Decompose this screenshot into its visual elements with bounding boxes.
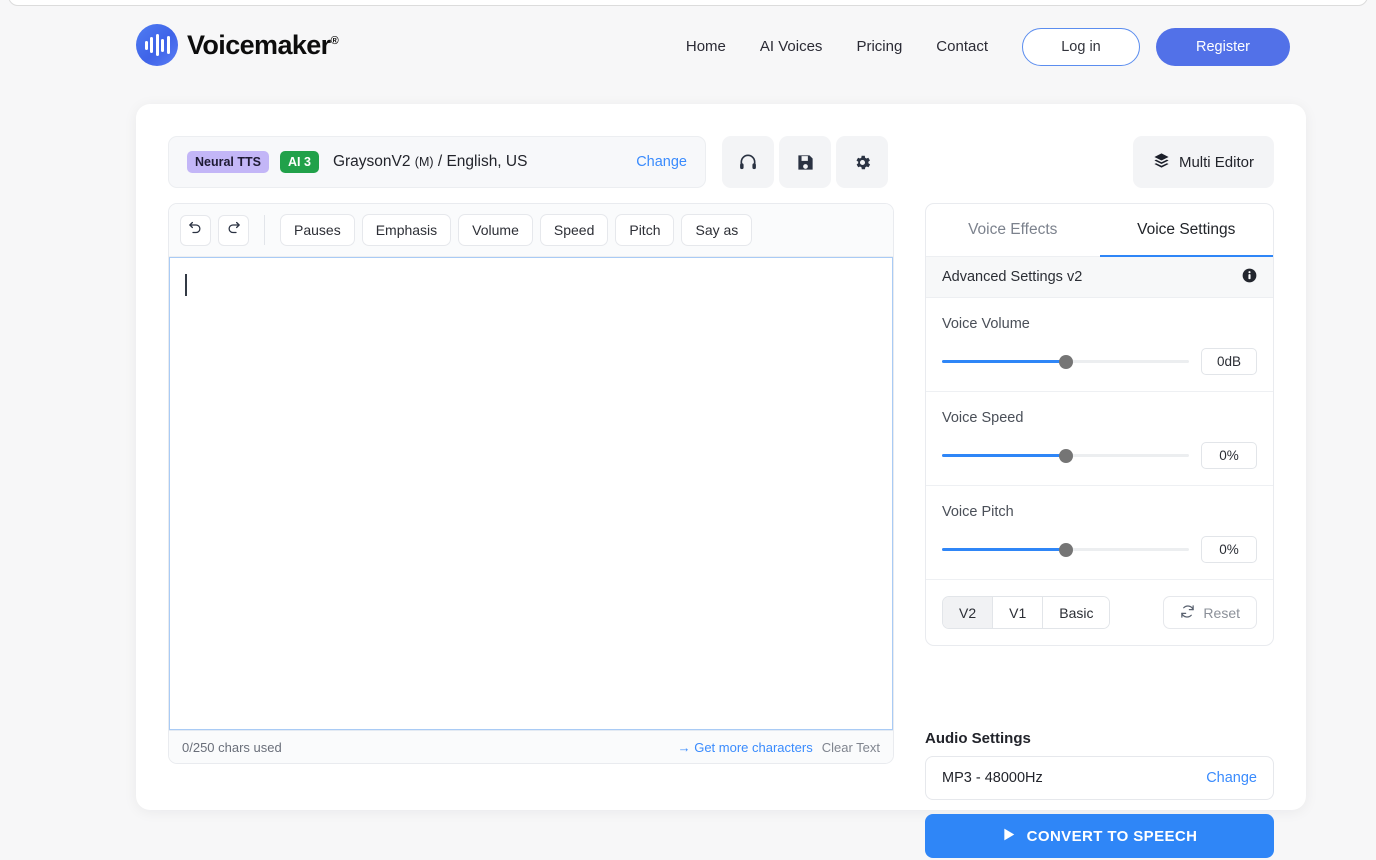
- slider-thumb[interactable]: [1058, 354, 1073, 369]
- tool-emphasis[interactable]: Emphasis: [361, 214, 452, 246]
- clear-text-button[interactable]: Clear Text: [822, 740, 880, 755]
- nav-item-home[interactable]: Home: [669, 29, 743, 65]
- multi-editor-label: Multi Editor: [1178, 153, 1254, 171]
- toolbar-divider: [264, 215, 265, 245]
- reset-label: Reset: [1203, 604, 1240, 621]
- multi-editor-button[interactable]: Multi Editor: [1132, 136, 1274, 188]
- voice-pitch-value[interactable]: 0%: [1201, 536, 1257, 563]
- layers-icon: [1153, 152, 1170, 173]
- undo-icon: [188, 220, 203, 240]
- slider-fill: [942, 547, 1066, 552]
- main-card: Neural TTS AI 3 GraysonV2 (M) / English,…: [136, 104, 1306, 858]
- reset-button[interactable]: Reset: [1163, 596, 1257, 629]
- slider-thumb[interactable]: [1058, 542, 1073, 557]
- voice-speed-block: Voice Speed 0%: [926, 392, 1273, 486]
- char-counter: 0/250 chars used: [182, 739, 282, 755]
- save-button[interactable]: [779, 136, 831, 188]
- change-voice-link[interactable]: Change: [636, 154, 687, 170]
- voice-volume-value[interactable]: 0dB: [1201, 348, 1257, 375]
- headphones-button[interactable]: [722, 136, 774, 188]
- tool-say-as[interactable]: Say as: [681, 214, 753, 246]
- voice-gender-text: (M): [414, 155, 434, 169]
- editor-footer-actions: → Get more characters Clear Text: [678, 740, 880, 755]
- voice-volume-slider[interactable]: [942, 354, 1189, 369]
- voice-pitch-block: Voice Pitch 0%: [926, 486, 1273, 580]
- brand-name: Voicemaker®: [187, 29, 339, 60]
- voice-selection-bar[interactable]: Neural TTS AI 3 GraysonV2 (M) / English,…: [168, 136, 706, 188]
- text-caret: [185, 274, 187, 296]
- tool-pauses[interactable]: Pauses: [280, 214, 355, 246]
- registered-mark: ®: [330, 34, 339, 47]
- voice-pitch-label: Voice Pitch: [942, 504, 1014, 520]
- convert-to-speech-button[interactable]: CONVERT TO SPEECH: [925, 814, 1274, 858]
- change-audio-format-link[interactable]: Change: [1206, 770, 1257, 786]
- redo-icon: [226, 220, 241, 240]
- headphones-icon: [738, 152, 758, 172]
- undo-button[interactable]: [180, 214, 211, 246]
- tool-speed[interactable]: Speed: [539, 214, 609, 246]
- soundwave-icon: [136, 24, 178, 66]
- voice-volume-block: Voice Volume 0dB: [926, 298, 1273, 392]
- brand-logo[interactable]: Voicemaker®: [136, 24, 339, 66]
- badge-neural-tts: Neural TTS: [187, 151, 269, 173]
- version-option-basic[interactable]: Basic: [1043, 597, 1110, 628]
- site-header: Voicemaker® Home AI Voices Pricing Conta…: [0, 0, 1376, 92]
- voice-speed-label: Voice Speed: [942, 410, 1024, 426]
- info-icon[interactable]: [1242, 268, 1257, 287]
- voice-pitch-row: 0%: [942, 536, 1257, 563]
- save-icon: [796, 153, 815, 172]
- voice-volume-row: 0dB: [942, 348, 1257, 375]
- selected-voice-label: GraysonV2 (M) / English, US: [333, 153, 528, 171]
- tool-pitch[interactable]: Pitch: [615, 214, 675, 246]
- slider-fill: [942, 453, 1066, 458]
- main-nav: Home AI Voices Pricing Contact Log in Re…: [669, 28, 1290, 66]
- editor-footer: 0/250 chars used → Get more characters C…: [169, 730, 893, 763]
- nav-item-ai-voices[interactable]: AI Voices: [743, 29, 840, 65]
- refresh-icon: [1180, 604, 1195, 622]
- gear-icon: [853, 153, 872, 172]
- voice-pitch-slider[interactable]: [942, 542, 1189, 557]
- get-more-characters-link[interactable]: → Get more characters: [678, 740, 813, 755]
- version-segmented-control: V2 V1 Basic: [942, 596, 1111, 629]
- settings-button[interactable]: [836, 136, 888, 188]
- tab-voice-effects[interactable]: Voice Effects: [926, 204, 1100, 256]
- audio-format-box[interactable]: MP3 - 48000Hz Change: [925, 756, 1274, 800]
- get-more-characters-label: Get more characters: [694, 739, 813, 755]
- panel-tabs: Voice Effects Voice Settings: [926, 204, 1273, 257]
- slider-thumb[interactable]: [1058, 448, 1073, 463]
- voice-volume-label: Voice Volume: [942, 316, 1030, 332]
- brand-name-text: Voicemaker: [187, 29, 331, 60]
- arrow-right-icon: →: [677, 739, 691, 755]
- register-button[interactable]: Register: [1156, 28, 1290, 66]
- text-input-area[interactable]: [169, 257, 893, 730]
- audio-format-value: MP3 - 48000Hz: [942, 770, 1043, 786]
- advanced-settings-header: Advanced Settings v2: [926, 257, 1273, 298]
- voice-speed-slider[interactable]: [942, 448, 1189, 463]
- nav-item-pricing[interactable]: Pricing: [839, 29, 919, 65]
- nav-item-contact[interactable]: Contact: [919, 29, 1005, 65]
- login-button[interactable]: Log in: [1022, 28, 1140, 66]
- voice-speed-value[interactable]: 0%: [1201, 442, 1257, 469]
- voice-speed-row: 0%: [942, 442, 1257, 469]
- voice-name-text: GraysonV2: [332, 153, 411, 170]
- voice-locale-text: / English, US: [437, 153, 528, 170]
- advanced-settings-label: Advanced Settings v2: [942, 269, 1083, 285]
- page-root: Voicemaker® Home AI Voices Pricing Conta…: [0, 0, 1376, 860]
- redo-button[interactable]: [218, 214, 249, 246]
- audio-settings-title: Audio Settings: [925, 730, 1031, 747]
- editor-toolbar: Pauses Emphasis Volume Speed Pitch Say a…: [169, 204, 893, 257]
- tab-voice-settings[interactable]: Voice Settings: [1099, 204, 1274, 257]
- convert-to-speech-label: CONVERT TO SPEECH: [1026, 827, 1198, 845]
- text-editor: Pauses Emphasis Volume Speed Pitch Say a…: [168, 203, 894, 764]
- slider-fill: [942, 359, 1066, 364]
- version-row: V2 V1 Basic Reset: [926, 580, 1273, 645]
- tool-volume[interactable]: Volume: [458, 214, 533, 246]
- voice-settings-panel: Voice Effects Voice Settings Advanced Se…: [925, 203, 1274, 646]
- play-icon: [1002, 827, 1016, 846]
- version-option-v2[interactable]: V2: [943, 597, 994, 628]
- badge-ai-level: AI 3: [280, 151, 319, 173]
- version-option-v1[interactable]: V1: [993, 597, 1044, 628]
